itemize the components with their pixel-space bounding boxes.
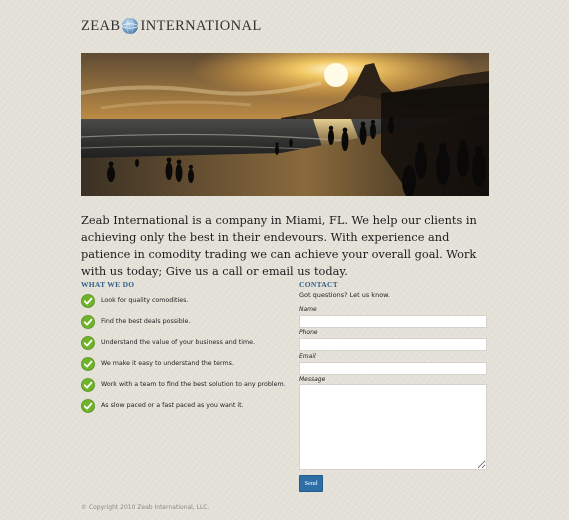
name-label: Name [299, 306, 317, 313]
feature-text: As slow paced or a fast paced as you wan… [101, 402, 244, 409]
check-icon [81, 398, 95, 413]
feature-item: Work with a team to find the best soluti… [81, 374, 291, 395]
features-list: Look for quality comodities. Find the be… [81, 290, 291, 416]
feature-item: As slow paced or a fast paced as you wan… [81, 395, 291, 416]
logo-word-zeab: ZEAB [81, 17, 121, 34]
what-we-do-heading: WHAT WE DO [81, 280, 135, 289]
send-button[interactable]: Send [299, 475, 323, 492]
feature-item: Look for quality comodities. [81, 290, 291, 311]
feature-text: Look for quality comodities. [101, 297, 189, 304]
check-icon [81, 314, 95, 329]
feature-item: Understand the value of your business an… [81, 332, 291, 353]
email-field[interactable] [299, 362, 487, 375]
message-field[interactable] [299, 384, 487, 470]
email-label: Email [299, 353, 316, 360]
feature-text: Work with a team to find the best soluti… [101, 381, 286, 388]
message-label: Message [299, 376, 326, 383]
feature-item: Find the best deals possible. [81, 311, 291, 332]
hero-sunset-image [81, 53, 489, 196]
phone-field[interactable] [299, 338, 487, 351]
globe-icon [121, 17, 139, 35]
feature-item: We make it easy to understand the terms. [81, 353, 291, 374]
check-icon [81, 335, 95, 350]
check-icon [81, 377, 95, 392]
feature-text: Find the best deals possible. [101, 318, 191, 325]
phone-label: Phone [299, 329, 318, 336]
contact-heading: CONTACT [299, 280, 339, 289]
contact-intro: Got questions? Let us know. [299, 291, 390, 299]
footer-copyright: © Copyright 2010 Zeab International, LLC… [81, 504, 210, 511]
feature-text: We make it easy to understand the terms. [101, 360, 234, 367]
site-logo[interactable]: ZEAB INTERNATIONAL [81, 16, 262, 36]
intro-paragraph: Zeab International is a company in Miami… [81, 213, 477, 278]
logo-word-international: INTERNATIONAL [140, 17, 262, 34]
check-icon [81, 293, 95, 308]
name-field[interactable] [299, 315, 487, 328]
feature-text: Understand the value of your business an… [101, 339, 255, 346]
check-icon [81, 356, 95, 371]
